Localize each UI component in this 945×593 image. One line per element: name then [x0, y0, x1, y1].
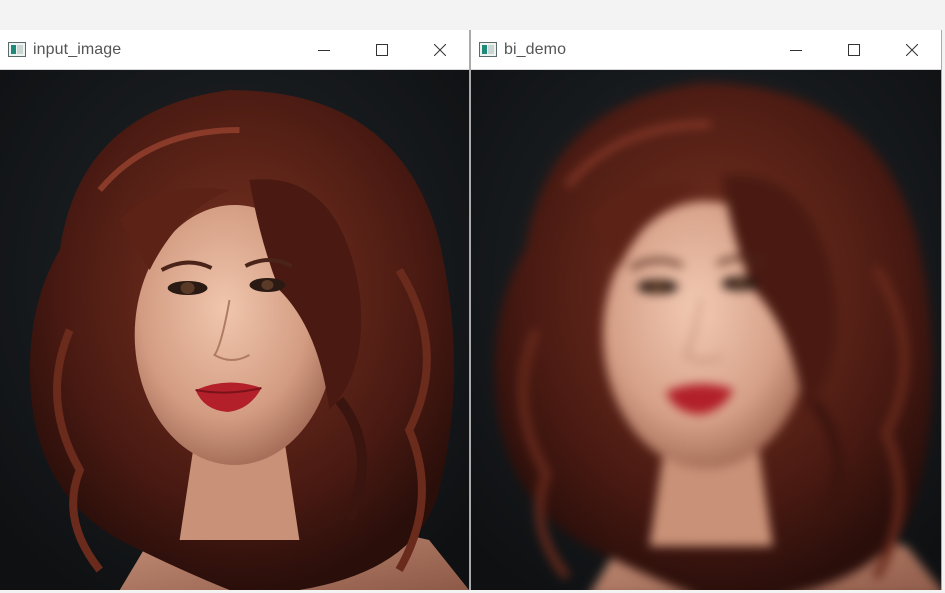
opencv-window-icon — [8, 42, 26, 57]
image-canvas[interactable] — [0, 70, 469, 590]
window-title: input_image — [33, 40, 122, 58]
portrait-image — [0, 70, 469, 590]
bi-demo-window[interactable]: bi_demo — [470, 30, 942, 590]
maximize-button[interactable] — [825, 30, 883, 69]
minimize-icon — [790, 49, 802, 51]
window-title: bi_demo — [504, 40, 567, 58]
window-controls — [767, 30, 941, 69]
portrait-image-filtered — [471, 70, 941, 590]
minimize-button[interactable] — [767, 30, 825, 69]
close-button[interactable] — [883, 30, 941, 69]
image-canvas[interactable] — [471, 70, 941, 590]
maximize-icon — [376, 43, 388, 56]
desktop: input_image bi_demo — [0, 0, 945, 593]
opencv-window-icon — [479, 42, 497, 57]
close-icon — [906, 43, 918, 56]
window-controls — [295, 30, 469, 69]
maximize-icon — [848, 43, 860, 56]
titlebar[interactable]: bi_demo — [471, 30, 941, 70]
minimize-button[interactable] — [295, 30, 353, 69]
close-button[interactable] — [411, 30, 469, 69]
close-icon — [434, 43, 446, 56]
titlebar[interactable]: input_image — [0, 30, 469, 70]
maximize-button[interactable] — [353, 30, 411, 69]
input-image-window[interactable]: input_image — [0, 30, 470, 590]
minimize-icon — [318, 49, 330, 51]
